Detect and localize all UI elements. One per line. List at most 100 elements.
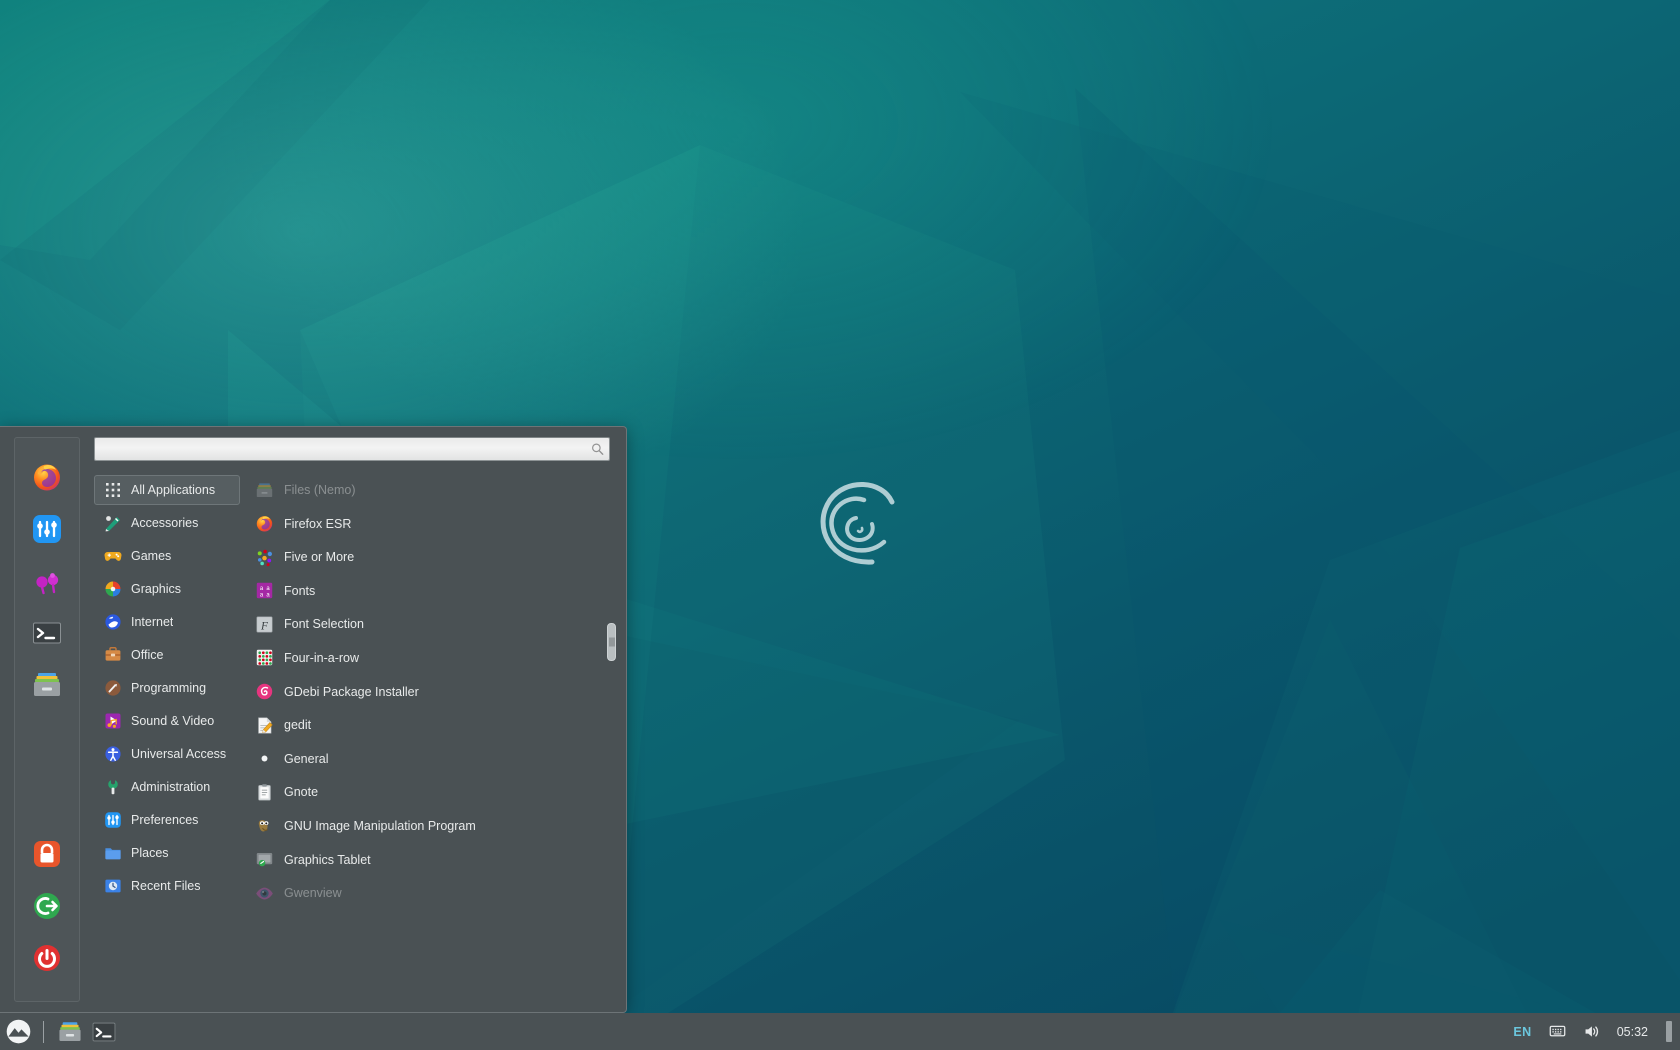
app-item-general[interactable]: General	[246, 744, 599, 774]
scrollbar-thumb[interactable]	[607, 623, 616, 661]
tray-volume-button[interactable]	[1580, 1013, 1603, 1050]
five-or-more-icon	[257, 549, 272, 566]
recent-files-icon	[105, 879, 121, 893]
tray-keyboard-layout[interactable]: EN	[1510, 1013, 1534, 1050]
menu-search-area[interactable]	[94, 437, 610, 461]
graphics-tablet-icon	[256, 853, 273, 867]
app-item-font-selection[interactable]: F Font Selection	[246, 609, 599, 639]
application-list[interactable]: Files (Nemo) Firefox ESR Five or More a …	[246, 475, 605, 1002]
category-programming[interactable]: Programming	[94, 673, 240, 703]
system-tray: EN 05:32	[1510, 1013, 1680, 1050]
cinnamon-menu-panel[interactable]: All Applications Accessories Games Graph…	[0, 426, 627, 1013]
tray-keyboard-button[interactable]	[1546, 1013, 1569, 1050]
session-lock-screen[interactable]	[24, 831, 70, 877]
session-quit[interactable]	[24, 935, 70, 981]
app-label: GDebi Package Installer	[284, 684, 419, 699]
taskbar-panel[interactable]: EN 05:32	[0, 1013, 1680, 1050]
favorite-terminal[interactable]	[24, 610, 70, 656]
firefox-icon	[256, 516, 273, 532]
applications-area: Files (Nemo) Firefox ESR Five or More a …	[246, 475, 618, 1002]
app-label: Firefox ESR	[284, 516, 352, 531]
app-item-graphics-tablet[interactable]: Graphics Tablet	[246, 845, 599, 875]
power-icon	[34, 945, 60, 971]
app-item-gwenview[interactable]: Gwenview	[246, 878, 599, 908]
category-sound-video[interactable]: Sound & Video	[94, 706, 240, 736]
volume-icon	[1585, 1026, 1598, 1037]
category-label: Office	[131, 648, 164, 662]
app-item-five-or-more[interactable]: Five or More	[246, 542, 599, 572]
sound-video-icon	[105, 713, 121, 729]
favorite-software-manager[interactable]	[24, 558, 70, 604]
accessories-icon	[105, 516, 120, 532]
menu-button[interactable]	[0, 1013, 37, 1050]
administration-icon	[108, 780, 118, 795]
app-item-four-in-a-row[interactable]: Four-in-a-row	[246, 643, 599, 673]
app-label: GNU Image Manipulation Program	[284, 818, 476, 833]
app-item-gimp[interactable]: GNU Image Manipulation Program	[246, 811, 599, 841]
taskbar-launcher-terminal[interactable]	[87, 1013, 121, 1050]
firefox-icon	[34, 464, 60, 491]
category-universal-access[interactable]: Universal Access	[94, 739, 240, 769]
category-internet[interactable]: Internet	[94, 607, 240, 637]
category-places[interactable]: Places	[94, 838, 240, 868]
clock-label: 05:32	[1616, 1024, 1648, 1039]
app-item-gedit[interactable]: gedit	[246, 710, 599, 740]
gimp-icon	[258, 820, 269, 832]
mint-menu-icon	[6, 1019, 31, 1044]
software-manager-icon	[36, 573, 59, 595]
file-manager-icon	[256, 482, 273, 497]
app-item-files-nemo[interactable]: Files (Nemo)	[246, 475, 599, 505]
category-games[interactable]: Games	[94, 541, 240, 571]
search-input[interactable]	[94, 437, 610, 461]
file-manager-icon	[34, 673, 60, 696]
favorite-files[interactable]	[24, 662, 70, 708]
favorite-firefox[interactable]	[24, 454, 70, 500]
preferences-icon	[105, 812, 121, 828]
office-icon	[105, 647, 121, 661]
grid-icon	[106, 483, 120, 497]
tray-clock[interactable]: 05:32	[1614, 1013, 1651, 1050]
app-label: Gnote	[284, 785, 319, 800]
app-item-firefox-esr[interactable]: Firefox ESR	[246, 509, 599, 539]
font-selection-icon: F	[256, 616, 273, 633]
category-preferences[interactable]: Preferences	[94, 805, 240, 835]
category-graphics[interactable]: Graphics	[94, 574, 240, 604]
app-label: Files (Nemo)	[284, 483, 356, 497]
category-accessories[interactable]: Accessories	[94, 508, 240, 538]
svg-text:F: F	[260, 620, 268, 632]
settings-sliders-icon	[33, 515, 61, 543]
category-label: Games	[131, 549, 172, 563]
fonts-icon: aa aa	[256, 583, 273, 599]
app-item-fonts[interactable]: aa aa Fonts	[246, 576, 599, 606]
app-label: Graphics Tablet	[284, 852, 371, 867]
app-label: gedit	[284, 718, 312, 733]
four-in-a-row-icon	[256, 650, 273, 666]
app-item-gdebi-package-installer[interactable]: GDebi Package Installer	[246, 677, 599, 707]
desktop[interactable]: All Applications Accessories Games Graph…	[0, 0, 1680, 1050]
app-item-gnote[interactable]: Gnote	[246, 777, 599, 807]
category-all-applications[interactable]: All Applications	[94, 475, 240, 505]
category-label: Places	[131, 846, 169, 860]
category-administration[interactable]: Administration	[94, 772, 240, 802]
universal-access-icon	[105, 746, 121, 762]
session-log-out[interactable]	[24, 883, 70, 929]
places-folder-icon	[105, 848, 121, 860]
category-office[interactable]: Office	[94, 640, 240, 670]
panel-grip[interactable]	[1666, 1021, 1672, 1042]
terminal-icon	[92, 1022, 116, 1041]
menu-favorites-sidebar[interactable]	[14, 437, 80, 1002]
category-label: All Applications	[131, 483, 216, 497]
file-manager-icon	[59, 1021, 81, 1041]
applications-scrollbar[interactable]	[605, 475, 618, 1002]
favorite-system-settings[interactable]	[24, 506, 70, 552]
gedit-icon	[258, 717, 273, 734]
category-label: Accessories	[131, 516, 199, 530]
category-recent-files[interactable]: Recent Files	[94, 871, 240, 901]
menu-columns: All Applications Accessories Games Graph…	[94, 475, 618, 1002]
category-list[interactable]: All Applications Accessories Games Graph…	[94, 475, 246, 1002]
taskbar-launcher-files[interactable]	[53, 1013, 87, 1050]
games-icon	[104, 552, 122, 561]
taskbar-left-group	[0, 1013, 121, 1050]
graphics-icon	[105, 581, 121, 597]
category-label: Universal Access	[131, 747, 227, 761]
